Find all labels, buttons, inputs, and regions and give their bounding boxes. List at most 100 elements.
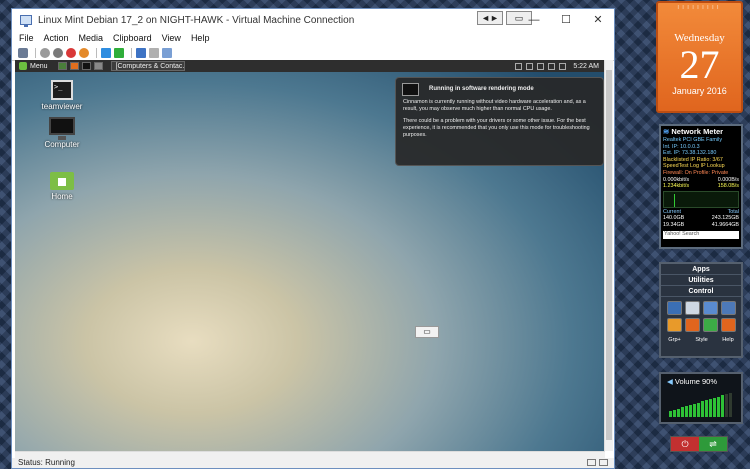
switch-user-button[interactable]: ⇌ — [699, 437, 727, 451]
files-icon[interactable] — [93, 62, 103, 70]
volume-bar — [677, 408, 680, 417]
total-up: 243.125GB — [711, 215, 739, 222]
current-label: Current — [663, 208, 681, 215]
vertical-scrollbar[interactable] — [604, 60, 613, 451]
guest-tray: 5:22 AM — [511, 62, 605, 70]
save-icon[interactable] — [79, 47, 89, 58]
volume-bar — [701, 401, 704, 417]
volume-bar — [697, 402, 700, 417]
scroll-thumb[interactable] — [606, 70, 612, 440]
network-meter-title: ≋ Network Meter — [663, 127, 739, 137]
floating-restore-button[interactable]: ▭ — [415, 326, 439, 338]
current-up: 140.0GB — [663, 215, 685, 222]
download-rate-row: 1.234kbit/s 158.0B/s — [663, 183, 739, 190]
play-icon[interactable] — [114, 47, 124, 58]
calendar-day: 27 — [679, 42, 720, 87]
ctrl-alt-del-icon[interactable] — [18, 47, 28, 58]
maximize-button[interactable]: ☐ — [550, 9, 582, 31]
volume-level-bars[interactable] — [669, 393, 733, 417]
taskbar-window[interactable]: [Computers & Contac... — [110, 61, 185, 71]
minimize-button[interactable]: — — [518, 9, 550, 31]
notification-popup[interactable]: Running in software rendering mode Cinna… — [395, 77, 604, 166]
documents-icon[interactable] — [684, 301, 700, 315]
volume-bar — [721, 395, 724, 417]
window-title: Linux Mint Debian 17_2 on NIGHT-HAWK - V… — [38, 14, 355, 26]
toolbar-separator — [35, 47, 36, 58]
status-bar: Status: Running — [12, 458, 614, 468]
power-icon[interactable] — [684, 318, 700, 332]
help-button[interactable]: Help — [722, 337, 734, 343]
tab-apps[interactable]: Apps — [661, 264, 741, 275]
desktop-icon-teamviewer[interactable]: >_ teamviewer — [32, 80, 92, 111]
recycle-bin-icon[interactable] — [666, 301, 682, 315]
menu-action[interactable]: Action — [44, 33, 69, 43]
lock-icon — [599, 459, 608, 466]
start-icon[interactable] — [40, 47, 50, 58]
tab-utilities[interactable]: Utilities — [661, 275, 741, 286]
pause-icon[interactable] — [101, 47, 111, 58]
upload-rate-row: 0.000kbit/s 0.000B/s — [663, 177, 739, 184]
turn-off-icon[interactable] — [53, 47, 63, 58]
apps-tabs: Apps Utilities Control — [661, 264, 741, 297]
tray-volume-icon[interactable] — [526, 62, 534, 70]
style-button[interactable]: Style — [695, 337, 707, 343]
download-rate-kbit: 1.234kbit/s — [663, 183, 690, 190]
volume-bar — [693, 403, 696, 417]
desktop-icon-computer[interactable]: Computer — [32, 117, 92, 149]
monitor-icon — [49, 117, 75, 140]
volume-gadget[interactable]: ◀ Volume 90% — [659, 372, 743, 424]
internal-ip: Int. IP: 10.0.0.3 — [663, 143, 700, 150]
tray-shield-icon[interactable] — [537, 62, 545, 70]
notification-body-2: There could be a problem with your drive… — [403, 118, 590, 138]
show-desktop-icon[interactable] — [57, 62, 67, 70]
guest-clock[interactable]: 5:22 AM — [573, 63, 599, 70]
lock-icon[interactable] — [666, 318, 682, 332]
tab-control[interactable]: Control — [661, 286, 741, 297]
external-ip: Ext. IP: 73.38.132.180 — [663, 150, 717, 157]
tray-update-icon[interactable] — [548, 62, 556, 70]
vm-connection-icon — [20, 15, 32, 27]
enhanced-session-icon[interactable] — [162, 47, 172, 58]
tools-links[interactable]: SpeedTest Log IP Lookup — [663, 163, 739, 170]
resize-arrows-button[interactable]: ◄► — [477, 11, 503, 25]
checkpoint-icon[interactable] — [136, 47, 146, 58]
mint-menu-icon[interactable] — [19, 62, 27, 70]
menu-bar: File Action Media Clipboard View Help — [12, 31, 614, 45]
calendar-month-year: January 2016 — [672, 86, 727, 96]
revert-icon[interactable] — [149, 47, 159, 58]
toolbar-separator — [131, 47, 132, 58]
titlebar[interactable]: Linux Mint Debian 17_2 on NIGHT-HAWK - V… — [12, 9, 614, 31]
computer-icon[interactable] — [702, 301, 718, 315]
terminal-icon[interactable] — [81, 62, 91, 70]
menu-help[interactable]: Help — [191, 33, 210, 43]
guest-menu-label[interactable]: Menu — [30, 63, 48, 70]
firefox-icon[interactable] — [69, 62, 79, 70]
guest-screen[interactable]: Menu [Computers & Contac... 5:22 AM >_ t… — [15, 60, 605, 451]
calendar-gadget[interactable]: ııııııııı Wednesday 27 January 2016 — [656, 1, 743, 113]
menu-view[interactable]: View — [162, 33, 181, 43]
menu-file[interactable]: File — [19, 33, 34, 43]
tools-icon[interactable] — [702, 318, 718, 332]
usage-down-row: 19.34GB 41.9664GB — [663, 222, 739, 229]
yahoo-search-input[interactable]: Yahoo! Search — [663, 230, 739, 239]
close-button[interactable]: ✕ — [582, 9, 614, 31]
group-plus-button[interactable]: Grp+ — [668, 337, 681, 343]
desktop-icon-home[interactable]: Home — [32, 172, 92, 201]
keyboard-icon — [587, 459, 596, 466]
blacklist-ratio: Blacklisted IP Ratio: 3/67 — [663, 156, 723, 163]
display-icon — [402, 83, 419, 96]
upload-rate-bytes: 0.000B/s — [717, 176, 739, 183]
volume-bar — [729, 393, 732, 417]
notification-body-1: Cinnamon is currently running without vi… — [403, 99, 586, 112]
adapter-name: Realtek PCI GBE Family — [663, 137, 723, 143]
menu-clipboard[interactable]: Clipboard — [113, 33, 152, 43]
tray-network-icon[interactable] — [515, 62, 523, 70]
menu-media[interactable]: Media — [79, 33, 104, 43]
network-icon[interactable] — [720, 301, 736, 315]
app-grid — [661, 301, 741, 332]
power-off-button[interactable]: ⏻ — [671, 437, 699, 451]
close-session-icon[interactable] — [720, 318, 736, 332]
tray-user-icon[interactable] — [559, 62, 567, 70]
shut-down-icon[interactable] — [66, 47, 76, 58]
desktop-icon-label: teamviewer — [41, 102, 83, 111]
